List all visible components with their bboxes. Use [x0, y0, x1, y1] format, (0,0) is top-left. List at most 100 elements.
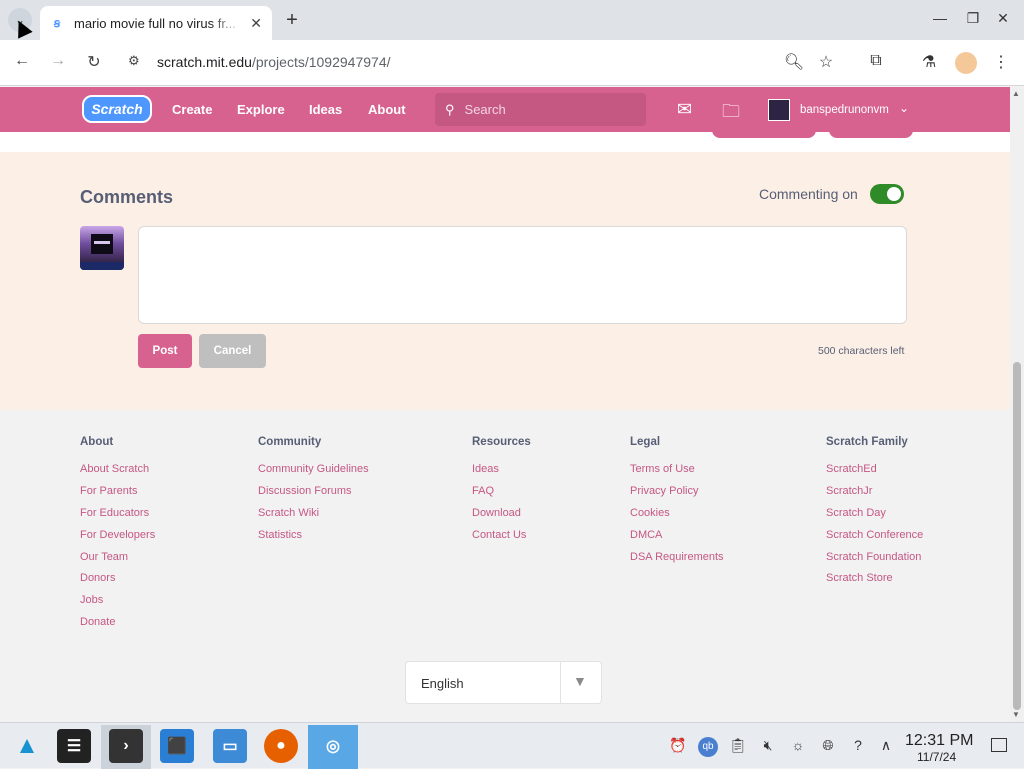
footer-link[interactable]: For Parents — [80, 485, 155, 507]
comments-heading: Comments — [80, 187, 174, 207]
clipboard-icon[interactable]: 📋︎ — [728, 737, 748, 754]
footer-link[interactable]: Terms of Use — [630, 463, 724, 485]
footer-link[interactable]: Ideas — [472, 463, 531, 485]
project-action-button[interactable] — [829, 122, 913, 138]
footer-link[interactable]: Jobs — [80, 594, 155, 616]
footer-column-resources: Resources Ideas FAQ Download Contact Us — [472, 436, 531, 551]
close-window-icon[interactable]: ✕ — [993, 10, 1013, 27]
username[interactable]: banspedrunonvm — [800, 104, 889, 116]
footer-link[interactable]: Donate — [80, 616, 155, 638]
commenting-toggle-label: Commenting on — [759, 186, 858, 202]
messages-mail-icon[interactable]: ✉ — [677, 99, 692, 120]
forward-icon[interactable]: → — [47, 52, 69, 70]
footer-link[interactable]: Discussion Forums — [258, 485, 369, 507]
start-menu-icon[interactable]: ▲ — [10, 729, 44, 763]
footer-link[interactable]: DMCA — [630, 529, 724, 551]
qbittorrent-icon[interactable]: qb — [698, 737, 718, 757]
restore-icon[interactable]: ❐ — [963, 10, 983, 27]
scroll-down-icon[interactable]: ▼ — [1012, 710, 1020, 719]
clock-time[interactable]: 12:31 PM — [905, 732, 973, 750]
close-tab-icon[interactable]: ✕ — [250, 15, 262, 32]
files-app-icon[interactable]: ▭ — [213, 729, 247, 763]
post-button[interactable]: Post — [138, 334, 192, 368]
footer-link[interactable]: Privacy Policy — [630, 485, 724, 507]
footer-link[interactable]: Donors — [80, 572, 155, 594]
nav-create[interactable]: Create — [172, 102, 212, 117]
extensions-icon[interactable]: ⧉ — [865, 52, 887, 70]
footer-link[interactable]: About Scratch — [80, 463, 155, 485]
profile-avatar[interactable] — [955, 52, 977, 74]
browser-tab-bar: ⌄ ꞩ mario movie full no virus fr... ✕ + … — [0, 0, 1024, 40]
footer-link[interactable]: FAQ — [472, 485, 531, 507]
zoom-icon[interactable]: 🔍︎ — [783, 52, 805, 72]
footer-link[interactable]: Scratch Foundation — [826, 551, 923, 573]
comment-textarea[interactable] — [138, 226, 907, 324]
footer-link[interactable]: Contact Us — [472, 529, 531, 551]
new-tab-icon[interactable]: + — [282, 9, 302, 32]
nav-about[interactable]: About — [368, 102, 406, 117]
footer-heading: Community — [258, 436, 322, 448]
commenting-toggle[interactable] — [870, 184, 904, 204]
footer-link[interactable]: ScratchEd — [826, 463, 923, 485]
footer-heading: Legal — [630, 436, 661, 448]
user-avatar[interactable] — [768, 99, 790, 121]
bookmark-star-icon[interactable]: ☆ — [815, 52, 837, 72]
back-icon[interactable]: ← — [11, 52, 33, 70]
dropdown-arrow-icon: ▼ — [573, 673, 587, 689]
footer-link[interactable]: Statistics — [258, 529, 369, 551]
footer-link[interactable]: For Educators — [80, 507, 155, 529]
scrollbar-thumb[interactable] — [1013, 362, 1021, 710]
brightness-icon[interactable]: ☼ — [788, 737, 808, 753]
account-chevron-down-icon[interactable]: ⌄ — [899, 101, 909, 115]
footer-link[interactable]: Community Guidelines — [258, 463, 369, 485]
footer-link[interactable]: For Developers — [80, 529, 155, 551]
project-action-button[interactable] — [712, 122, 816, 138]
footer-column-community: Community Community Guidelines Discussio… — [258, 436, 369, 551]
show-desktop-icon[interactable] — [991, 738, 1007, 752]
network-icon[interactable]: 🌐︎ — [818, 737, 838, 754]
clock-date[interactable]: 11/7/24 — [917, 750, 956, 764]
scroll-up-icon[interactable]: ▲ — [1012, 89, 1020, 98]
labs-flask-icon[interactable]: ⚗ — [918, 52, 940, 72]
settings-app-icon[interactable]: ☰ — [57, 729, 91, 763]
footer-heading: Scratch Family — [826, 436, 908, 448]
footer-link[interactable]: Scratch Conference — [826, 529, 923, 551]
footer-link[interactable]: Cookies — [630, 507, 724, 529]
footer-link[interactable]: Download — [472, 507, 531, 529]
footer-link[interactable]: ScratchJr — [826, 485, 923, 507]
site-info-icon[interactable]: ⚙ — [128, 53, 140, 69]
search-icon: ⚲ — [445, 101, 455, 117]
address-bar[interactable]: scratch.mit.edu/projects/1092947974/ — [157, 54, 391, 70]
volume-muted-icon[interactable]: 🔇︎ — [758, 737, 778, 754]
os-taskbar: ▲ ☰ › ⬛ ▭ ● ◎ ⏰ qb 📋︎ 🔇︎ ☼ 🌐︎ ? ∧ 12:31 … — [0, 722, 1024, 769]
chrome-app-icon[interactable]: ◎ — [316, 729, 350, 763]
menu-kebab-icon[interactable]: ⋮ — [990, 52, 1012, 72]
footer-link[interactable]: Scratch Store — [826, 572, 923, 594]
footer-link[interactable]: Scratch Wiki — [258, 507, 369, 529]
reload-icon[interactable]: ↻ — [83, 52, 105, 72]
nav-ideas[interactable]: Ideas — [309, 102, 342, 117]
store-app-icon[interactable]: ⬛ — [160, 729, 194, 763]
footer-link[interactable]: Scratch Day — [826, 507, 923, 529]
terminal-app-icon[interactable]: › — [109, 729, 143, 763]
browser-tab[interactable]: ꞩ mario movie full no virus fr... ✕ — [40, 6, 272, 40]
minimize-icon[interactable]: — — [930, 10, 950, 26]
cancel-button[interactable]: Cancel — [199, 334, 266, 368]
footer-link[interactable]: DSA Requirements — [630, 551, 724, 573]
tray-expand-chevron-icon[interactable]: ∧ — [876, 737, 896, 754]
language-select[interactable]: English ▼ — [405, 661, 602, 704]
toggle-knob — [887, 187, 901, 201]
alarm-icon[interactable]: ⏰ — [668, 737, 688, 754]
help-icon[interactable]: ? — [848, 737, 868, 753]
search-input[interactable] — [464, 102, 625, 117]
page-scrollbar[interactable]: ▲ ▼ — [1010, 87, 1024, 722]
footer-column-legal: Legal Terms of Use Privacy Policy Cookie… — [630, 436, 724, 572]
scratch-logo[interactable]: Scratch — [82, 95, 152, 123]
comments-section: Comments Commenting on Post Cancel 500 c… — [0, 122, 1010, 410]
firefox-app-icon[interactable]: ● — [264, 729, 298, 763]
search-bar: ⚲ — [435, 93, 646, 126]
footer-link[interactable]: Our Team — [80, 551, 155, 573]
characters-left: 500 characters left — [818, 345, 905, 357]
footer: About About Scratch For Parents For Educ… — [0, 410, 1010, 722]
nav-explore[interactable]: Explore — [237, 102, 285, 117]
